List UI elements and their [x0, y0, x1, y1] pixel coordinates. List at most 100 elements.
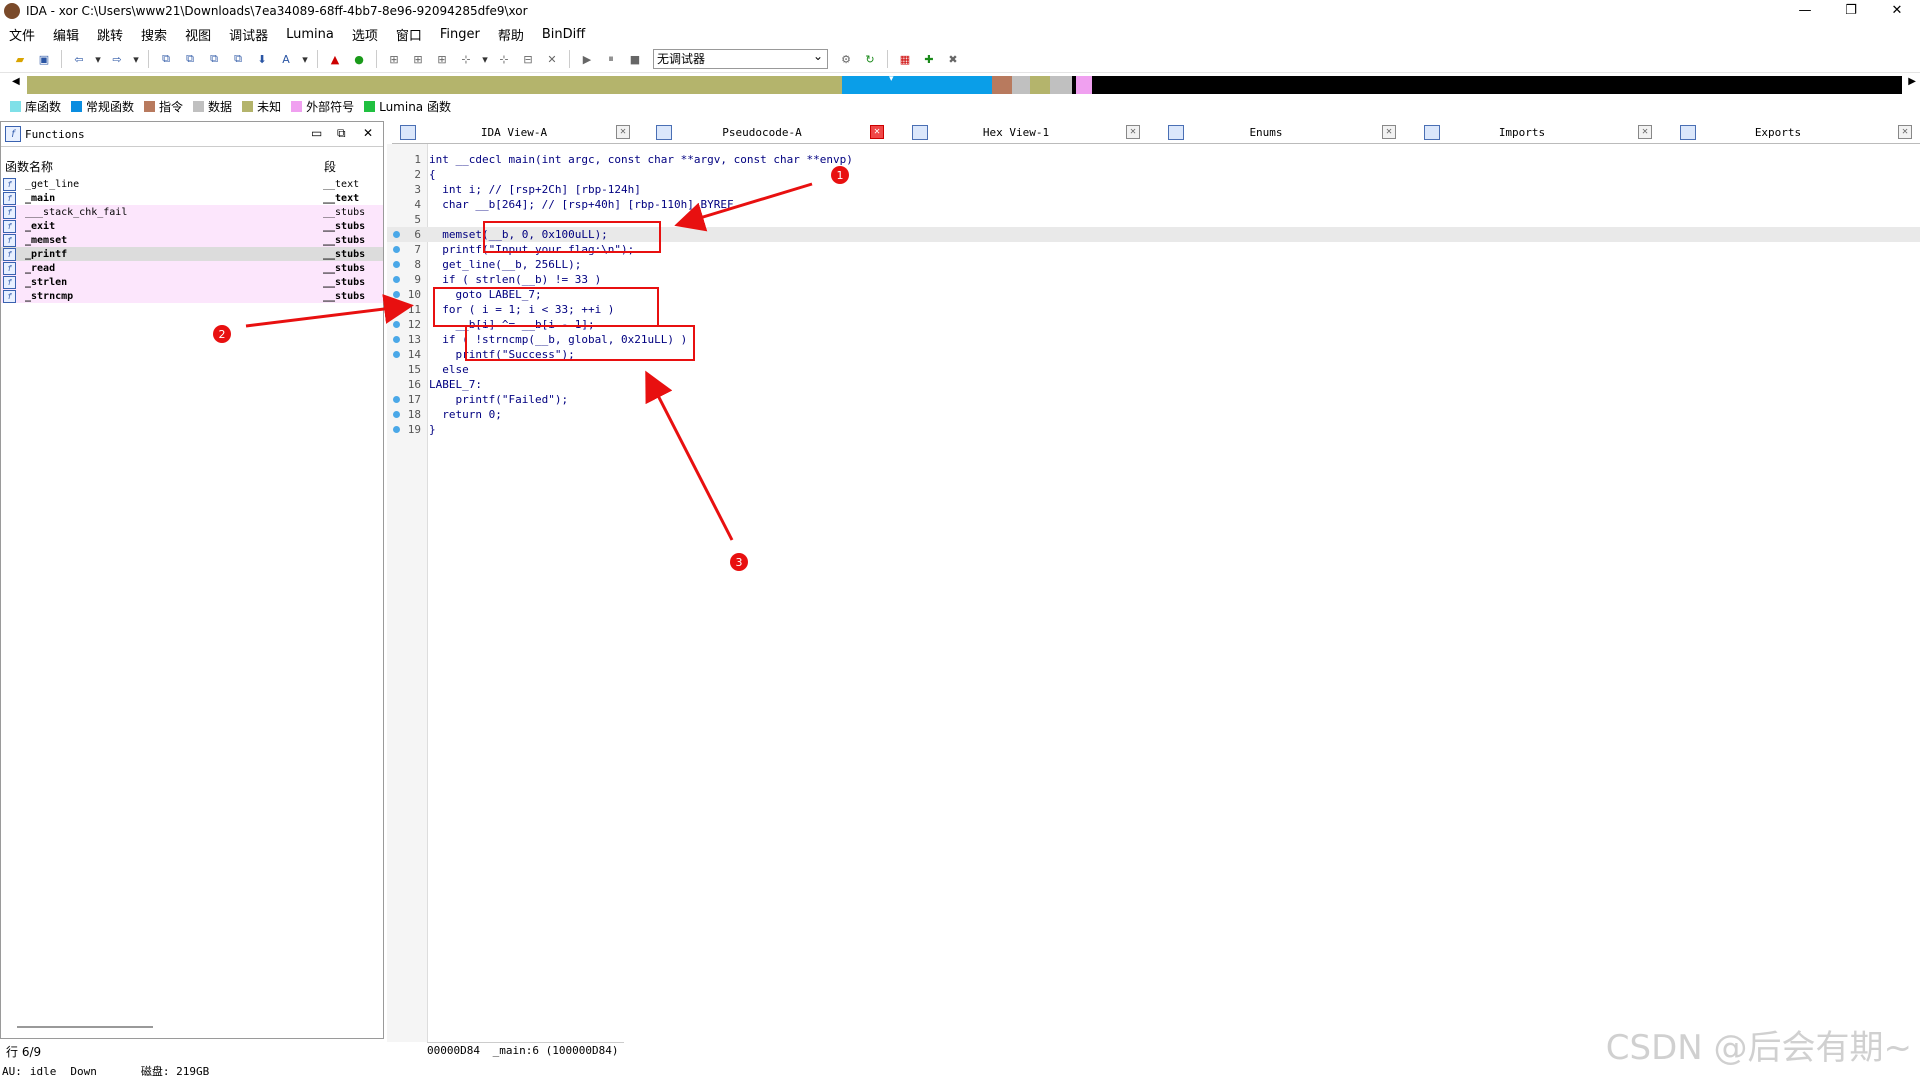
code-line[interactable]: 7 printf("Input your flag:\n");	[387, 242, 1920, 257]
menu-edit[interactable]: 编辑	[44, 25, 88, 44]
code-line[interactable]: 19}	[387, 422, 1920, 437]
breakpoint-dot-icon[interactable]	[393, 351, 400, 358]
menu-debugger[interactable]: 调试器	[220, 25, 277, 44]
function-row[interactable]: f _strlen __stubs	[1, 275, 383, 289]
tab-ida-view-a[interactable]: IDA View-A ✕	[392, 121, 648, 143]
code-line[interactable]: 17 printf("Failed");	[387, 392, 1920, 407]
menu-file[interactable]: 文件	[0, 25, 44, 44]
code-line[interactable]: 9 if ( strlen(__b) != 33 )	[387, 272, 1920, 287]
jump-down-icon[interactable]: ⬇	[252, 49, 272, 69]
function-row[interactable]: f _memset __stubs	[1, 233, 383, 247]
col-segment[interactable]: 段	[324, 158, 336, 175]
debugger-options-icon[interactable]: ⚙	[836, 49, 856, 69]
code-line[interactable]: 12 __b[i] ^= __b[i - 1];	[387, 317, 1920, 332]
text-format-icon[interactable]: A	[276, 49, 296, 69]
function-row[interactable]: f _read __stubs	[1, 261, 383, 275]
format-dropdown-icon[interactable]: ▾	[300, 49, 310, 69]
function-row[interactable]: f _get_line __text	[1, 177, 383, 191]
code-line[interactable]: 5	[387, 212, 1920, 227]
horizontal-scrollbar[interactable]	[17, 1026, 153, 1028]
breakpoint-dot-icon[interactable]	[393, 411, 400, 418]
col-function-name[interactable]: 函数名称	[5, 158, 53, 175]
breakpoint-dot-icon[interactable]	[393, 276, 400, 283]
play-icon[interactable]: ▶	[577, 49, 597, 69]
minimize-button[interactable]: —	[1782, 0, 1828, 22]
close-tab-icon[interactable]: ✕	[616, 125, 630, 139]
code-line[interactable]: 8 get_line(__b, 256LL);	[387, 257, 1920, 272]
menu-lumina[interactable]: Lumina	[277, 27, 343, 42]
close-tab-icon[interactable]: ✕	[1898, 125, 1912, 139]
menu-search[interactable]: 搜索	[132, 25, 176, 44]
menu-options[interactable]: 选项	[343, 25, 387, 44]
function-row[interactable]: f ___stack_chk_fail __stubs	[1, 205, 383, 219]
code-line[interactable]: 13 if ( !strncmp(__b, global, 0x21uLL) )	[387, 332, 1920, 347]
pause-icon[interactable]: ⏸	[601, 49, 621, 69]
nav-left-arrow-icon[interactable]: ◀	[12, 76, 20, 87]
tab-enums[interactable]: Enums ✕	[1160, 121, 1416, 143]
breakpoint-dot-icon[interactable]	[393, 336, 400, 343]
close-tab-icon[interactable]: ✕	[1638, 125, 1652, 139]
tab-exports[interactable]: Exports ✕	[1672, 121, 1920, 143]
cross-icon[interactable]: ✕	[542, 49, 562, 69]
code-line[interactable]: 1 int __cdecl main(int argc, const char *…	[387, 152, 1920, 167]
back-dropdown-icon[interactable]: ▾	[93, 49, 103, 69]
code-line[interactable]: 14 printf("Success");	[387, 347, 1920, 362]
close-tab-icon[interactable]: ✕	[870, 125, 884, 139]
graph-dropdown-icon[interactable]: ▾	[480, 49, 490, 69]
breakpoint-dot-icon[interactable]	[393, 291, 400, 298]
breakpoint-dot-icon[interactable]	[393, 321, 400, 328]
stop-icon[interactable]: ■	[625, 49, 645, 69]
nav-right-arrow-icon[interactable]: ▶	[1908, 76, 1916, 87]
plugin-icon[interactable]: ▦	[895, 49, 915, 69]
code-line[interactable]: 16 LABEL_7:	[387, 377, 1920, 392]
tab-hex-view-1[interactable]: Hex View-1 ✕	[904, 121, 1160, 143]
forward-dropdown-icon[interactable]: ▾	[131, 49, 141, 69]
close-tab-icon[interactable]: ✕	[1382, 125, 1396, 139]
close-panel-icon[interactable]: ✕	[363, 126, 373, 140]
code-line[interactable]: 2{	[387, 167, 1920, 182]
close-tab-icon[interactable]: ✕	[1126, 125, 1140, 139]
function-row[interactable]: f _strncmp __stubs	[1, 289, 383, 303]
menu-help[interactable]: 帮助	[489, 25, 533, 44]
code-line[interactable]: 18 return 0;	[387, 407, 1920, 422]
run-circle-icon[interactable]: ●	[349, 49, 369, 69]
code-line[interactable]: 3 int i; // [rsp+2Ch] [rbp-124h]	[387, 182, 1920, 197]
debugger-select[interactable]: 无调试器	[653, 47, 828, 69]
breakpoint-dot-icon[interactable]	[393, 261, 400, 268]
function-row[interactable]: f _printf __stubs	[1, 247, 383, 261]
breakpoint-dot-icon[interactable]	[393, 396, 400, 403]
tab-pseudocode-a[interactable]: Pseudocode-A ✕	[648, 121, 904, 143]
search-next-icon[interactable]: ⧉	[228, 49, 248, 69]
code-line[interactable]: 10 goto LABEL_7;	[387, 287, 1920, 302]
remove-plugin-icon[interactable]: ✖	[943, 49, 963, 69]
search-binary-icon[interactable]: ⧉	[156, 49, 176, 69]
pseudocode-editor[interactable]: 1 int __cdecl main(int argc, const char *…	[387, 144, 1920, 1042]
menu-windows[interactable]: 窗口	[387, 25, 431, 44]
add-plugin-icon[interactable]: ✚	[919, 49, 939, 69]
picture-icon[interactable]: ⊟	[518, 49, 538, 69]
graph3-icon[interactable]: ⊞	[432, 49, 452, 69]
graph-icon[interactable]: ⊞	[384, 49, 404, 69]
menu-view[interactable]: 视图	[176, 25, 220, 44]
menu-finger[interactable]: Finger	[431, 27, 489, 42]
forward-arrow-icon[interactable]: ⇨	[107, 49, 127, 69]
save-icon[interactable]: ▣	[34, 49, 54, 69]
code-line[interactable]: 15 else	[387, 362, 1920, 377]
navigation-bar-segments[interactable]: ▾	[27, 74, 1902, 94]
code-line[interactable]: 4 char __b[264]; // [rsp+40h] [rbp-110h]…	[387, 197, 1920, 212]
menu-jump[interactable]: 跳转	[88, 25, 132, 44]
back-arrow-icon[interactable]: ⇦	[69, 49, 89, 69]
navigation-band[interactable]: ◀ ▾ ▶	[0, 74, 1920, 94]
breakpoint-dot-icon[interactable]	[393, 231, 400, 238]
menu-bindiff[interactable]: BinDiff	[533, 27, 594, 42]
tab-imports[interactable]: Imports ✕	[1416, 121, 1672, 143]
breakpoint-dot-icon[interactable]	[393, 246, 400, 253]
search-immediate-icon[interactable]: ⧉	[204, 49, 224, 69]
close-window-button[interactable]: ✕	[1874, 0, 1920, 22]
code-line[interactable]: 6 memset(__b, 0, 0x100uLL);	[387, 227, 1920, 242]
patch-icon[interactable]: ⊹	[494, 49, 514, 69]
restore-button[interactable]: ❐	[1828, 0, 1874, 22]
open-folder-icon[interactable]: ▰	[10, 49, 30, 69]
breakpoint-icon[interactable]: ▲	[325, 49, 345, 69]
search-text-icon[interactable]: ⧉	[180, 49, 200, 69]
